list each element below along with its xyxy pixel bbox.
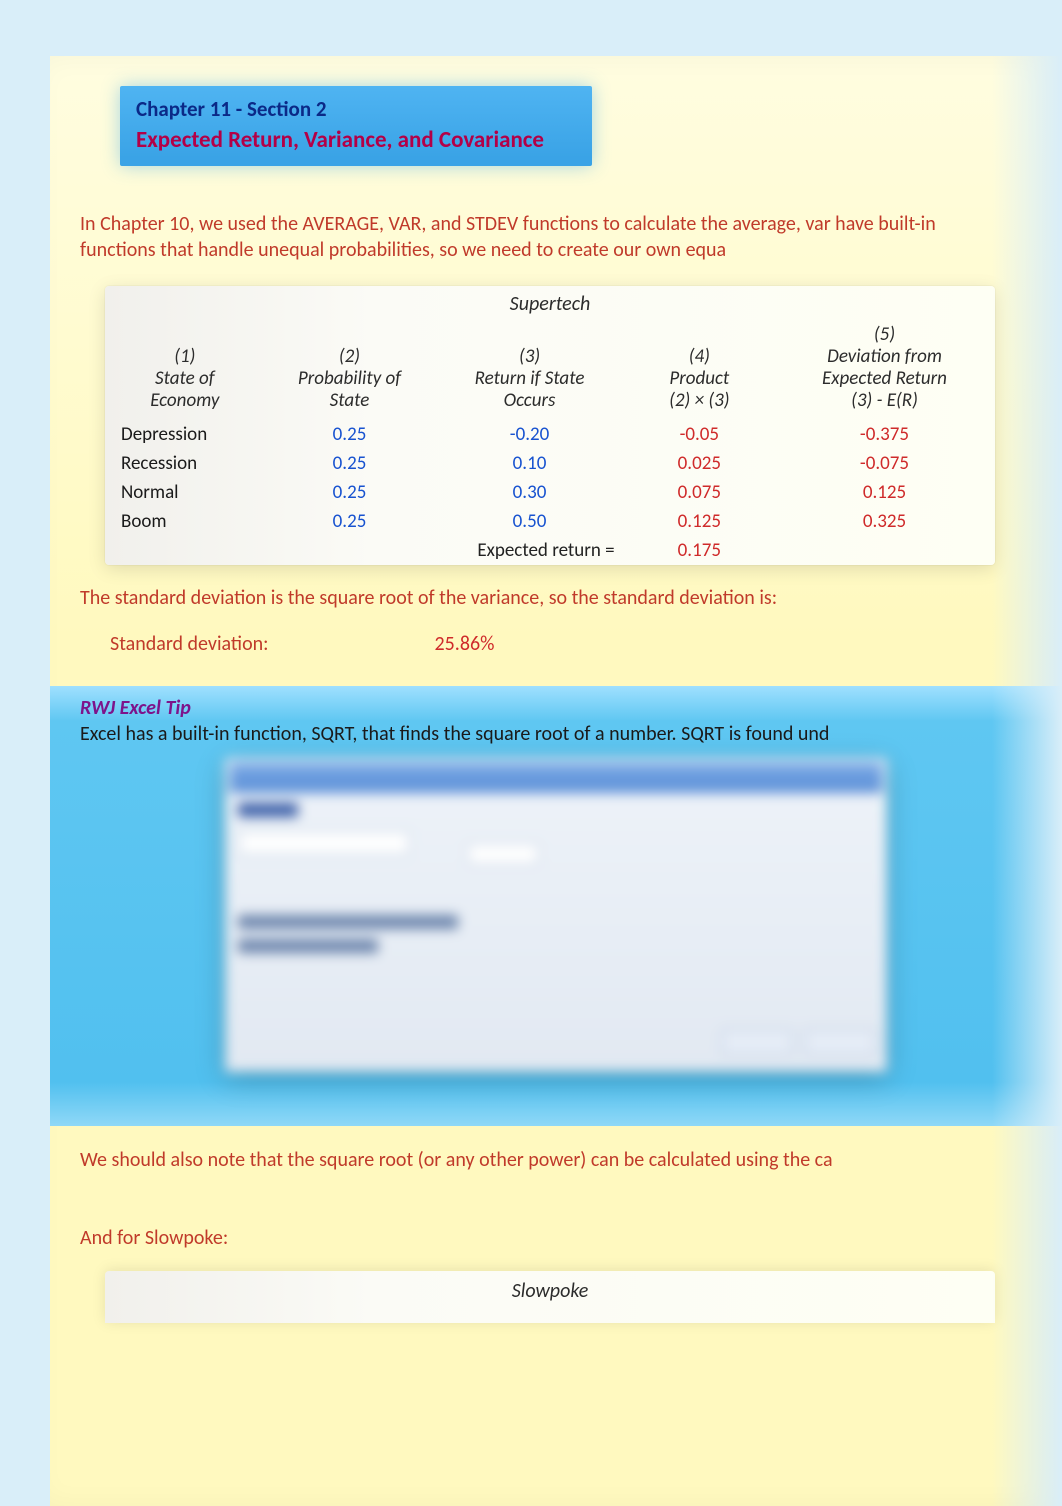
cell-state: Recession	[105, 449, 265, 478]
slowpoke-table-card: Slowpoke	[105, 1271, 995, 1323]
expected-return-row: Expected return = 0.175	[105, 536, 995, 565]
dialog-label	[238, 803, 298, 817]
table-row: Normal 0.25 0.30 0.075 0.125	[105, 478, 995, 507]
stddev-sentence: The standard deviation is the square roo…	[80, 586, 777, 610]
cell-product: 0.075	[625, 478, 774, 507]
cell-prob: 0.25	[265, 420, 435, 449]
table-caption: Supertech	[105, 286, 995, 318]
tip-title: RWJ Excel Tip	[80, 696, 1062, 720]
dialog-formula-result	[238, 939, 378, 953]
section-title-block: Chapter 11 - Section 2 Expected Return, …	[120, 86, 592, 166]
tip-text: Excel has a built-in function, SQRT, tha…	[80, 722, 950, 746]
cell-deviation: 0.125	[774, 478, 995, 507]
col-header-product: (4)Product(2) × (3)	[625, 318, 774, 420]
function-arguments-dialog	[225, 758, 887, 1072]
cell-return: 0.50	[434, 507, 624, 536]
cell-state: Depression	[105, 420, 265, 449]
stddev-label: Standard deviation:	[110, 632, 430, 656]
cell-prob: 0.25	[265, 449, 435, 478]
col-header-prob: (2)Probability ofState	[265, 318, 435, 420]
table-caption: Slowpoke	[512, 1279, 589, 1303]
slowpoke-intro: And for Slowpoke:	[80, 1226, 228, 1250]
cell-deviation: 0.325	[774, 507, 995, 536]
table-row: Boom 0.25 0.50 0.125 0.325	[105, 507, 995, 536]
right-crop-fade	[992, 0, 1062, 1506]
cell-prob: 0.25	[265, 507, 435, 536]
cell-product: 0.025	[625, 449, 774, 478]
sqrt-note: We should also note that the square root…	[80, 1148, 960, 1172]
ok-button[interactable]	[721, 1029, 793, 1055]
cell-return: 0.10	[434, 449, 624, 478]
stddev-row: Standard deviation: 25.86%	[110, 632, 930, 656]
dialog-button-row	[715, 1029, 876, 1061]
dialog-description	[238, 915, 458, 929]
stddev-value: 25.86%	[435, 632, 495, 656]
table-row: Depression 0.25 -0.20 -0.05 -0.375	[105, 420, 995, 449]
col-header-state: (1)State ofEconomy	[105, 318, 265, 420]
col-header-return: (3)Return if StateOccurs	[434, 318, 624, 420]
dialog-ref-button[interactable]	[467, 843, 539, 865]
intro-paragraph: In Chapter 10, we used the AVERAGE, VAR,…	[80, 211, 950, 263]
cell-return: 0.30	[434, 478, 624, 507]
cell-deviation: -0.375	[774, 420, 995, 449]
section-heading: Expected Return, Variance, and Covarianc…	[136, 126, 576, 154]
dialog-titlebar	[230, 763, 882, 793]
expected-return-label: Expected return =	[434, 536, 624, 565]
dialog-input[interactable]	[238, 831, 410, 855]
cell-product: -0.05	[625, 420, 774, 449]
cancel-button[interactable]	[804, 1029, 876, 1055]
expected-return-value: 0.175	[625, 536, 774, 565]
supertech-table: (1)State ofEconomy (2)Probability ofStat…	[105, 318, 995, 565]
cell-state: Normal	[105, 478, 265, 507]
cell-product: 0.125	[625, 507, 774, 536]
chapter-label: Chapter 11 - Section 2	[136, 96, 576, 122]
col-header-deviation: (5)Deviation fromExpected Return(3) - E(…	[774, 318, 995, 420]
table-row: Recession 0.25 0.10 0.025 -0.075	[105, 449, 995, 478]
supertech-table-card: Supertech (1)State ofEconomy (2)Probabil…	[105, 286, 995, 565]
document-page: Chapter 11 - Section 2 Expected Return, …	[50, 56, 1062, 1506]
cell-deviation: -0.075	[774, 449, 995, 478]
excel-tip-band: RWJ Excel Tip Excel has a built-in funct…	[50, 686, 1062, 1126]
cell-state: Boom	[105, 507, 265, 536]
cell-return: -0.20	[434, 420, 624, 449]
cell-prob: 0.25	[265, 478, 435, 507]
